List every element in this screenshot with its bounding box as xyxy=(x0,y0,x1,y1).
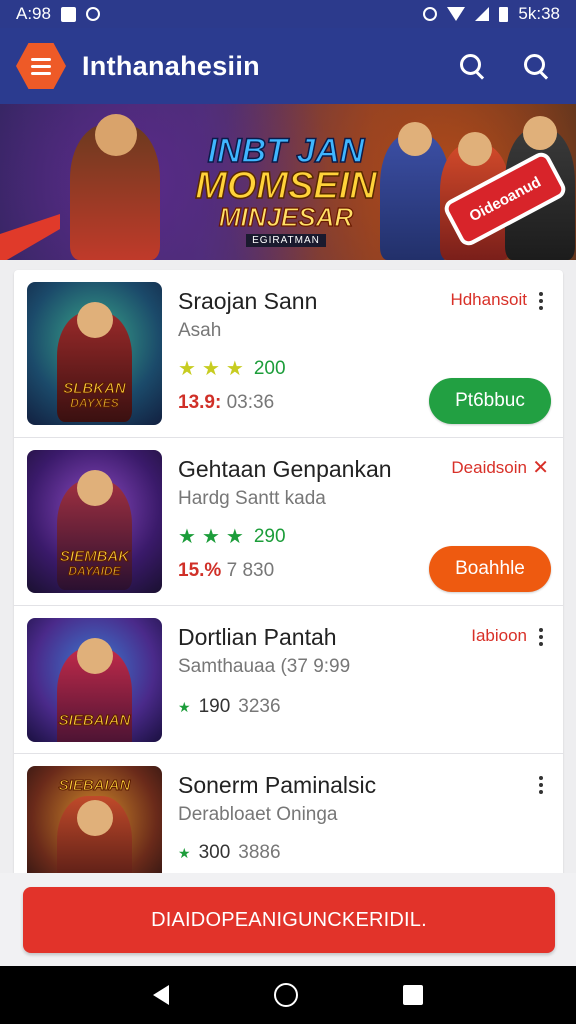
rating-count: 300 xyxy=(198,842,231,863)
game-meta-value: 3236 xyxy=(238,696,281,717)
banner-logo-line3: MINJESAR xyxy=(218,202,354,232)
game-meta-value: 3886 xyxy=(238,842,281,863)
menu-icon-line xyxy=(31,71,51,75)
banner-logo-line1: INBT JAN xyxy=(207,132,365,170)
banner-decoration xyxy=(0,214,60,260)
back-icon[interactable] xyxy=(152,985,169,1005)
wifi-icon xyxy=(447,7,466,21)
home-icon[interactable] xyxy=(273,983,298,1007)
system-nav-bar xyxy=(0,966,576,1024)
thumbnail-character-head xyxy=(77,638,113,674)
game-meta-highlight: 15.% xyxy=(178,560,222,581)
list-item[interactable]: SIEBAIAN Sonerm Paminalsic Derabloaet On… xyxy=(14,754,563,880)
game-meta: 13.9: 03:36 xyxy=(178,392,274,414)
close-icon[interactable]: ✕ xyxy=(532,455,549,480)
thumbnail-title: SIEBAIAN xyxy=(58,712,131,729)
primary-cta-button[interactable]: DIAIDOPEANIGUNCKERIDIL. xyxy=(23,887,555,953)
game-rating: ★ 190 3236 xyxy=(178,696,281,718)
menu-icon-line xyxy=(31,64,51,68)
thumbnail-character-head xyxy=(77,470,113,506)
game-name: Sraojan Sann xyxy=(178,288,318,314)
game-thumbnail: SLBKAN DAYXES xyxy=(27,282,162,425)
notification-icon xyxy=(60,6,76,22)
star-icon: ★ xyxy=(178,358,196,380)
app-title: Inthanahesiin xyxy=(82,50,260,81)
featured-banner[interactable]: INBT JAN MOMSEIN MINJESAR EGIRATMAN Oide… xyxy=(0,104,576,260)
banner-character-head xyxy=(95,114,137,156)
game-rating: ★ ★ ★ 290 xyxy=(178,526,286,548)
game-name: Gehtaan Genpankan xyxy=(178,456,392,482)
status-clock: 5k:38 xyxy=(518,4,560,23)
banner-subtitle: EGIRATMAN xyxy=(246,234,326,247)
list-item[interactable]: SIEMBAK DAYAIDE Gehtaan Genpankan Hardg S… xyxy=(14,438,563,606)
list-item[interactable]: SIEBAIAN Dortlian Pantah Samthauaa (37 9… xyxy=(14,606,563,754)
sync-icon xyxy=(85,7,100,21)
more-options-icon[interactable] xyxy=(539,292,543,310)
game-subtitle: Asah xyxy=(178,320,222,341)
search-icon[interactable] xyxy=(458,52,486,80)
star-icon: ★ xyxy=(201,526,220,548)
search-icon-secondary[interactable] xyxy=(522,52,550,80)
status-time: A:98 xyxy=(16,4,51,23)
alarm-icon xyxy=(423,7,438,21)
game-list: SLBKAN DAYXES Sraojan Sann Asah ★ ★ ★ 200… xyxy=(14,270,563,880)
star-icon: ★ xyxy=(178,699,191,715)
game-thumbnail: SIEMBAK DAYAIDE xyxy=(27,450,162,593)
star-icon: ★ xyxy=(201,358,220,380)
star-icon: ★ xyxy=(225,358,244,380)
thumbnail-title: SIEBAIAN xyxy=(58,777,131,794)
thumbnail-character-head xyxy=(77,800,113,836)
game-meta: 15.% 7 830 xyxy=(178,560,274,582)
game-thumbnail: SIEBAIAN xyxy=(27,766,162,880)
star-icon: ★ xyxy=(225,526,244,548)
game-meta-value: 7 830 xyxy=(226,560,275,581)
list-item[interactable]: SLBKAN DAYXES Sraojan Sann Asah ★ ★ ★ 200… xyxy=(14,270,563,438)
more-options-icon[interactable] xyxy=(539,628,543,646)
thumbnail-title: SLBKAN DAYXES xyxy=(63,380,126,411)
game-tag: Deaidsoin xyxy=(451,458,527,477)
more-options-icon[interactable] xyxy=(539,776,543,794)
game-meta-value: 03:36 xyxy=(226,392,275,413)
menu-button[interactable] xyxy=(16,43,66,89)
game-rating: ★ 300 3886 xyxy=(178,842,281,864)
game-name: Sonerm Paminalsic xyxy=(178,772,377,798)
thumbnail-character-head xyxy=(77,302,113,338)
banner-character-head xyxy=(523,116,557,150)
rating-count: 200 xyxy=(253,358,286,379)
rating-count: 290 xyxy=(253,526,286,547)
banner-character-head xyxy=(398,122,432,156)
app-bar: Inthanahesiin xyxy=(0,28,576,104)
item-action-button[interactable]: Pt6bbuc xyxy=(429,378,551,424)
signal-icon xyxy=(475,7,490,21)
banner-character-head xyxy=(458,132,492,166)
bottom-cta-bar: DIAIDOPEANIGUNCKERIDIL. xyxy=(0,873,576,966)
rating-count: 190 xyxy=(198,696,231,717)
game-tag: Hdhansoit xyxy=(450,290,527,309)
game-thumbnail: SIEBAIAN xyxy=(27,618,162,742)
status-bar: A:98 5k:38 xyxy=(0,0,576,28)
recent-apps-icon[interactable] xyxy=(403,985,424,1005)
game-subtitle: Hardg Santt kada xyxy=(178,488,326,509)
star-icon: ★ xyxy=(178,526,196,548)
banner-logo-line2: MOMSEIN xyxy=(194,165,377,207)
game-subtitle: Samthauaa (37 9:99 xyxy=(178,656,351,677)
game-name: Dortlian Pantah xyxy=(178,624,337,650)
thumbnail-title: SIEMBAK DAYAIDE xyxy=(59,548,130,579)
item-action-button[interactable]: Boahhle xyxy=(429,546,551,592)
game-rating: ★ ★ ★ 200 xyxy=(178,358,286,380)
menu-icon-line xyxy=(31,57,51,61)
banner-logo: INBT JAN MOMSEIN MINJESAR EGIRATMAN xyxy=(186,132,386,248)
star-icon: ★ xyxy=(178,845,191,861)
game-tag: Iabioon xyxy=(471,626,527,645)
game-subtitle: Derabloaet Oninga xyxy=(178,804,338,825)
battery-icon xyxy=(499,6,509,22)
game-meta-highlight: 13.9: xyxy=(178,392,222,413)
